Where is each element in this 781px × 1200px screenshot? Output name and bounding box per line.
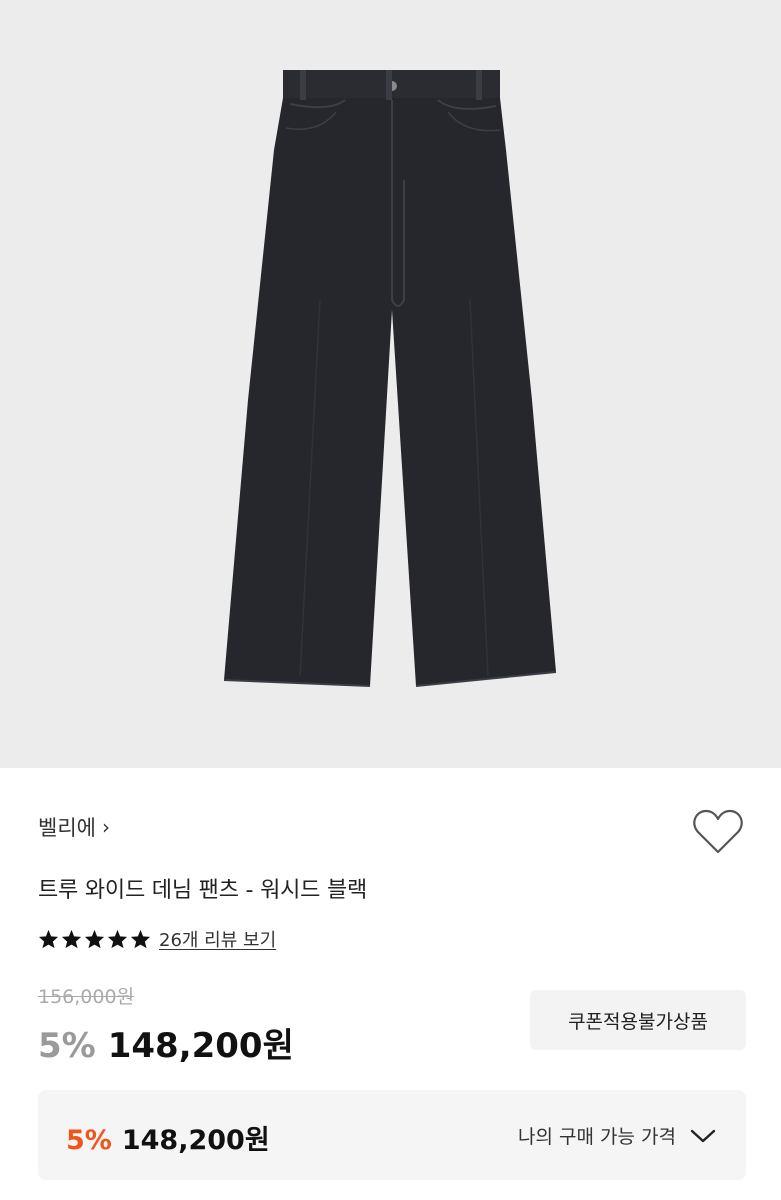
- black-wide-jeans-image: [223, 70, 557, 687]
- rating-stars: [38, 929, 151, 949]
- star-icon: [61, 929, 82, 949]
- star-icon: [38, 929, 59, 949]
- brand-link[interactable]: 벨리에 ›: [38, 812, 110, 842]
- my-price-toggle[interactable]: 5% 148,200원 나의 구매 가능 가격: [38, 1090, 746, 1180]
- star-icon: [130, 929, 151, 949]
- product-info: 벨리에 › 트루 와이드 데님 팬츠 - 워시드 블랙 26개 리뷰 보기 15…: [0, 768, 781, 1200]
- my-discount-rate: 5%: [66, 1125, 112, 1156]
- star-icon: [84, 929, 105, 949]
- review-link[interactable]: 26개 리뷰 보기: [159, 926, 276, 952]
- price-row: 5% 148,200원: [38, 1018, 294, 1067]
- brand-name: 벨리에: [38, 816, 96, 840]
- discount-rate: 5%: [38, 1026, 96, 1066]
- chevron-right-icon: ›: [101, 815, 110, 839]
- my-price-label-group: 나의 구매 가능 가격: [518, 1122, 716, 1149]
- coupon-unavailable-badge: 쿠폰적용불가상품: [530, 990, 746, 1050]
- my-price-values: 5% 148,200원: [66, 1118, 270, 1157]
- chevron-down-icon: [690, 1129, 716, 1142]
- star-icon: [107, 929, 128, 949]
- product-image[interactable]: [0, 0, 781, 768]
- my-price-label: 나의 구매 가능 가격: [518, 1126, 676, 1148]
- product-title: 트루 와이드 데님 팬츠 - 워시드 블랙: [38, 878, 368, 903]
- my-price: 148,200원: [121, 1125, 270, 1156]
- sale-price: 148,200원: [107, 1026, 294, 1066]
- original-price: 156,000원: [38, 986, 135, 1008]
- heart-outline-icon[interactable]: [692, 808, 744, 856]
- rating-row: 26개 리뷰 보기: [38, 926, 276, 952]
